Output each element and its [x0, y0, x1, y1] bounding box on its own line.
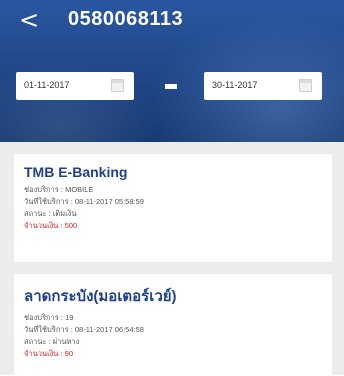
end-date-value: 30-11-2017: [212, 80, 258, 90]
transaction-status: สถานะ : เติมเงิน: [24, 209, 77, 218]
transaction-title: ลาดกระบัง(มอเตอร์เวย์): [24, 288, 177, 305]
transaction-title: TMB E-Banking: [24, 164, 128, 180]
page-title: 0580068113: [68, 8, 184, 30]
calendar-icon[interactable]: [111, 79, 124, 92]
start-date-field[interactable]: 01-11-2017: [16, 72, 134, 100]
transaction-service: ช่องบริการ : MOBILE: [24, 185, 94, 194]
transaction-datetime: วันที่ใช้บริการ : 08-11-2017 06:54:58: [24, 325, 144, 334]
transaction-amount: จำนวนเงิน : 90: [24, 349, 74, 358]
date-range-separator: [165, 84, 177, 89]
transaction-list: TMB E-Banking ช่องบริการ : MOBILE วันที่…: [0, 142, 344, 376]
back-icon[interactable]: <: [14, 6, 44, 36]
transaction-card[interactable]: TMB E-Banking ช่องบริการ : MOBILE วันที่…: [14, 154, 332, 262]
transaction-datetime: วันที่ใช้บริการ : 08-11-2017 05:58:59: [24, 197, 144, 206]
end-date-field[interactable]: 30-11-2017: [204, 72, 322, 100]
transaction-service: ช่องบริการ : 19: [24, 313, 74, 322]
header-bar: < 0580068113 01-11-2017 30-11-2017: [0, 0, 344, 142]
transaction-card[interactable]: ลาดกระบัง(มอเตอร์เวย์) ช่องบริการ : 19 ว…: [14, 274, 332, 376]
transaction-status: สถานะ : ผ่านทาง: [24, 337, 80, 346]
transaction-amount: จำนวนเงิน : 500: [24, 221, 78, 230]
start-date-value: 01-11-2017: [24, 80, 70, 90]
calendar-icon[interactable]: [299, 79, 312, 92]
